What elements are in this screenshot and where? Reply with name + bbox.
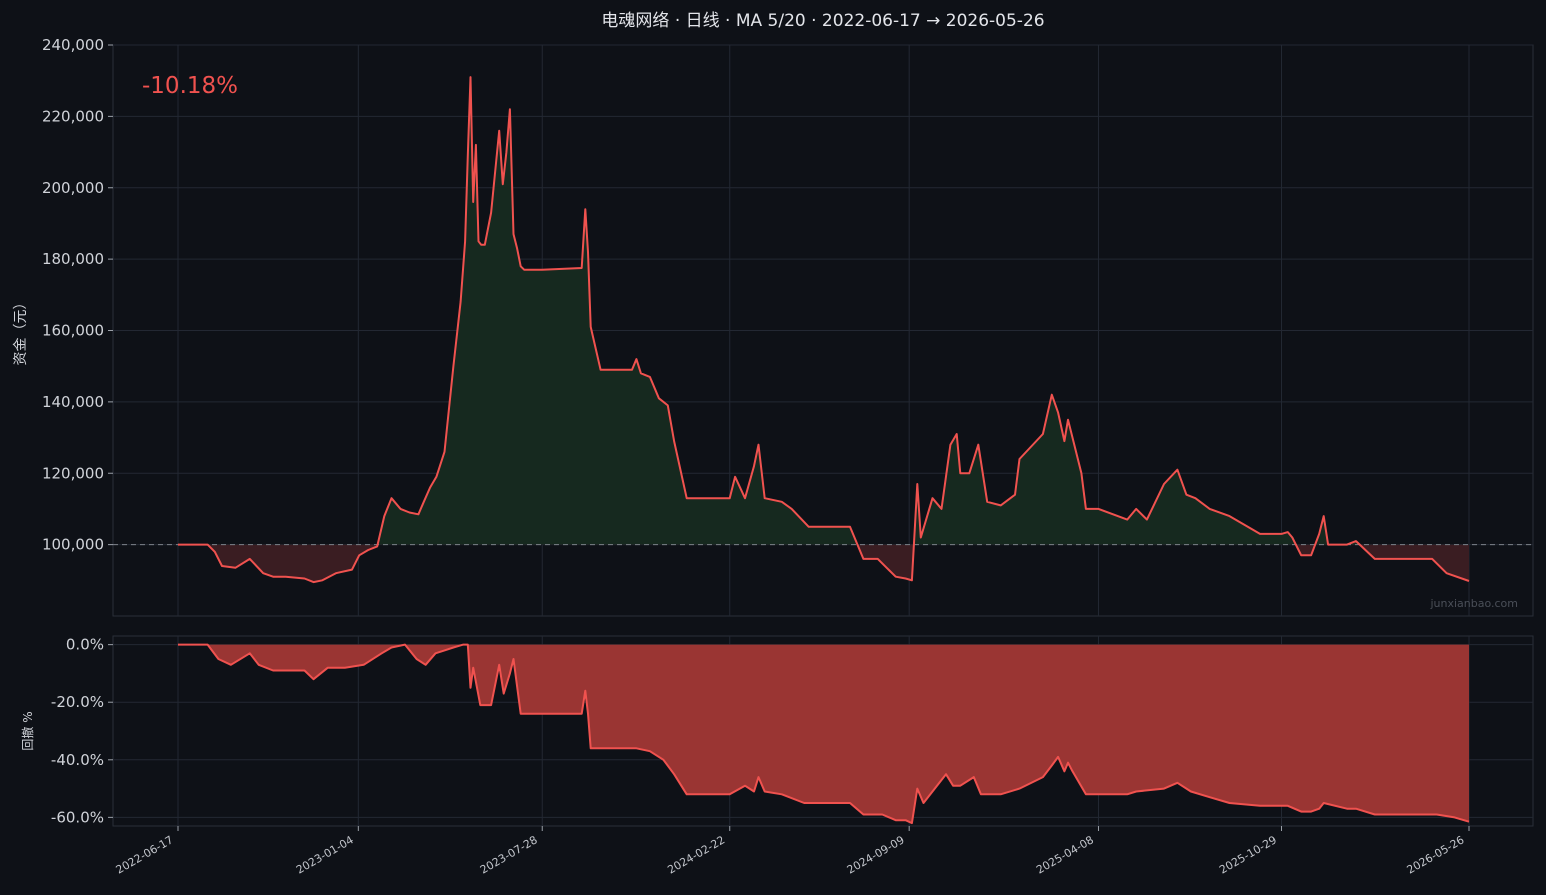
equity-y-tick-label: 120,000 <box>42 464 104 482</box>
backtest-chart: 电魂网络 · 日线 · MA 5/20 · 2022-06-17 → 2026-… <box>0 0 1546 895</box>
chart-title: 电魂网络 · 日线 · MA 5/20 · 2022-06-17 → 2026-… <box>601 11 1044 31</box>
drawdown-y-tick-label: -60.0% <box>51 808 104 826</box>
drawdown-y-tick-label: -20.0% <box>51 693 104 711</box>
equity-y-tick-label: 100,000 <box>42 536 104 554</box>
equity-y-tick-label: 240,000 <box>42 36 104 54</box>
equity-y-tick-label: 220,000 <box>42 107 104 125</box>
drawdown-y-tick-label: 0.0% <box>66 636 104 654</box>
equity-y-tick-label: 180,000 <box>42 250 104 268</box>
equity-y-axis-title: 资金（元） <box>13 296 29 366</box>
watermark: junxianbao.com <box>1429 597 1518 610</box>
equity-y-tick-label: 140,000 <box>42 393 104 411</box>
drawdown-y-axis-title: 回撤 % <box>20 711 35 750</box>
equity-y-tick-label: 200,000 <box>42 179 104 197</box>
total-return-label: -10.18% <box>142 73 238 99</box>
equity-y-tick-label: 160,000 <box>42 322 104 340</box>
drawdown-y-tick-label: -40.0% <box>51 751 104 769</box>
